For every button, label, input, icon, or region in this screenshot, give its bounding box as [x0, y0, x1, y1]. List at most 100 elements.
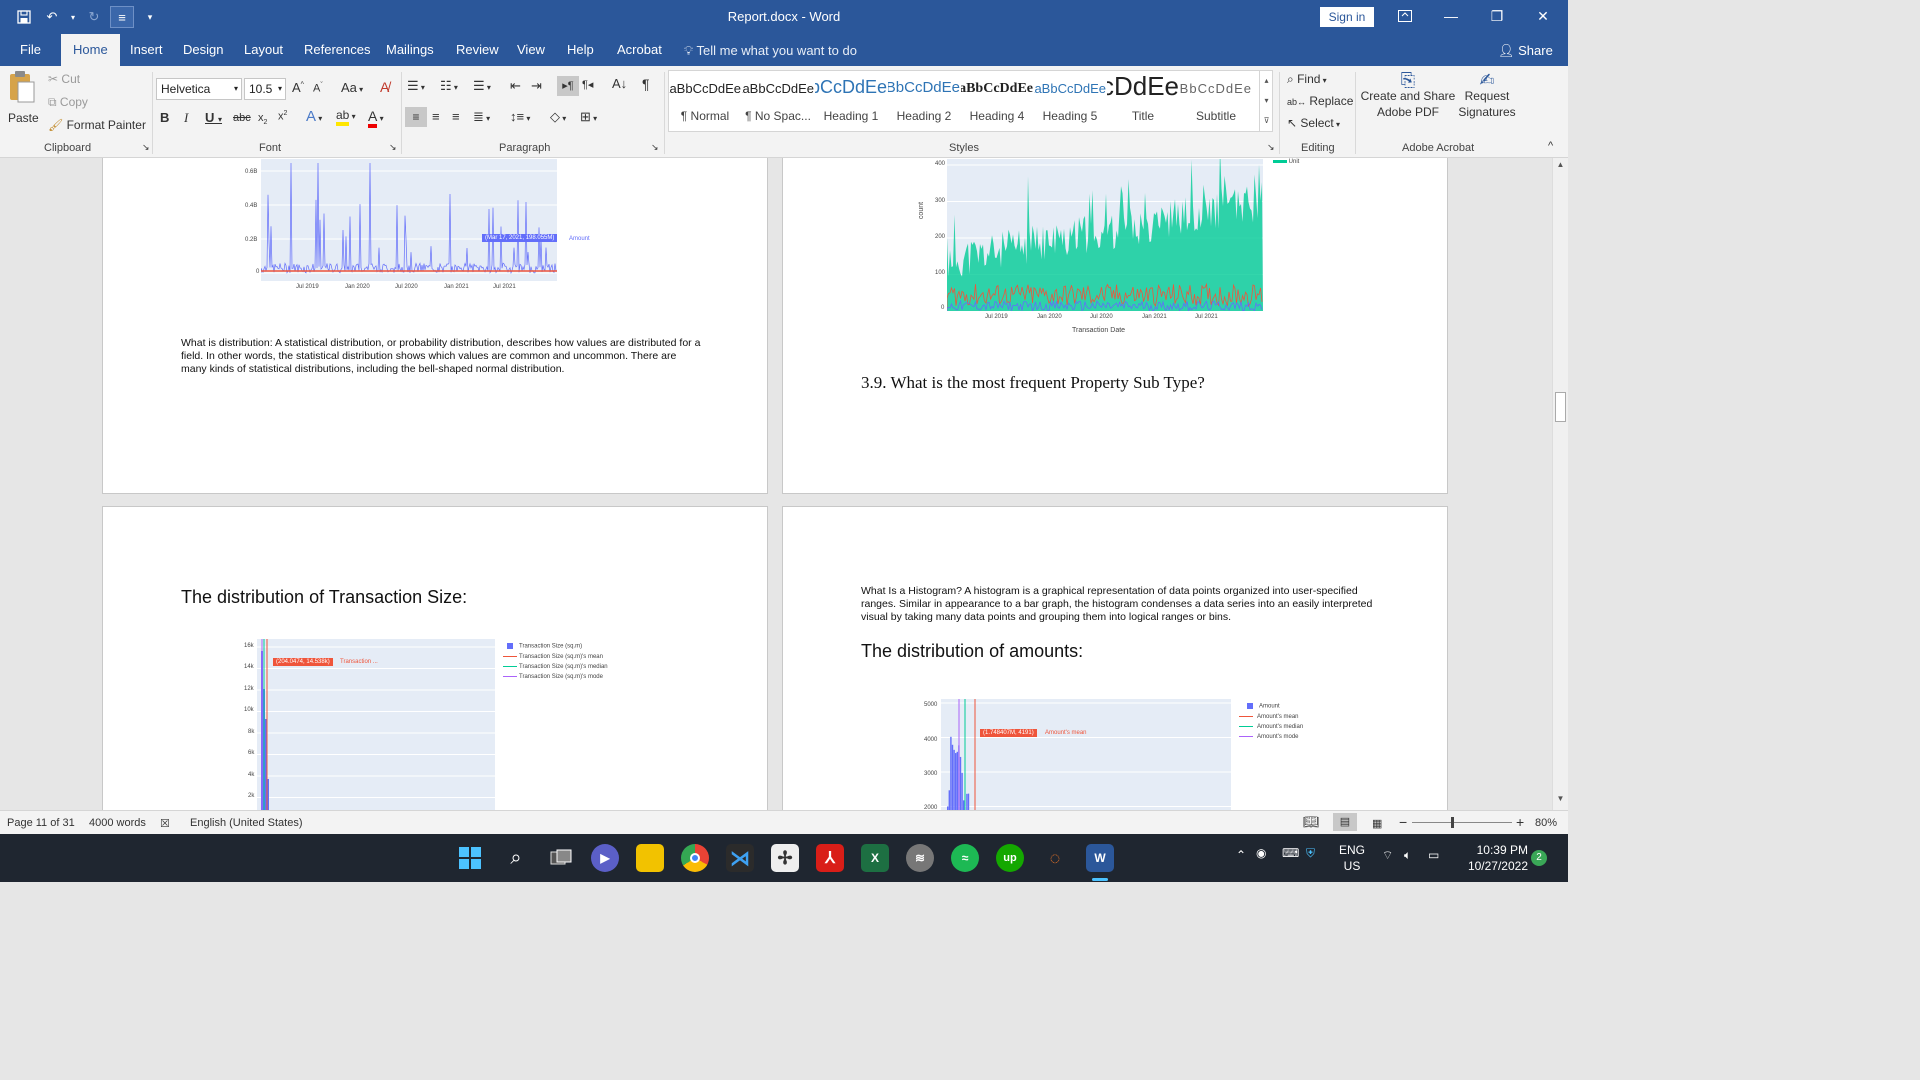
collapse-ribbon-icon[interactable]: ^	[1548, 140, 1553, 152]
database-icon[interactable]: ≋	[906, 844, 934, 872]
tab-insert[interactable]: Insert	[130, 34, 163, 66]
rtl-direction-icon[interactable]: ¶◂	[582, 78, 593, 91]
clipboard-launcher-icon[interactable]: ↘	[142, 142, 150, 153]
tab-design[interactable]: Design	[183, 34, 223, 66]
battery-icon[interactable]: ▭	[1428, 848, 1439, 862]
chrome-icon[interactable]	[681, 844, 709, 872]
zoom-out-icon[interactable]: −	[1399, 814, 1407, 830]
copy-button[interactable]: ⧉ Copy	[48, 95, 88, 110]
teams-chat-icon[interactable]: ▶	[591, 844, 619, 872]
select-button[interactable]: ↖ Select ▾	[1287, 116, 1340, 130]
more-styles-icon[interactable]: ⊽	[1260, 111, 1273, 131]
tab-help[interactable]: Help	[567, 34, 594, 66]
align-left-icon[interactable]: ≡	[405, 107, 427, 127]
clock[interactable]: 10:39 PM 10/27/2022	[1456, 842, 1528, 874]
show-paragraph-marks-icon[interactable]: ¶	[642, 76, 650, 92]
change-case-button[interactable]: Aa ▾	[341, 80, 363, 95]
snipping-tool-icon[interactable]: ✢	[771, 844, 799, 872]
web-layout-icon[interactable]: ▦	[1372, 817, 1382, 830]
tell-me-search[interactable]: 💡︎ Tell me what you want to do	[684, 43, 857, 59]
chevron-up-icon[interactable]: ▴	[1260, 71, 1273, 91]
language-bar-icon[interactable]: ⌨	[1282, 846, 1299, 860]
align-right-icon[interactable]: ≡	[452, 109, 460, 124]
font-size-combo[interactable]: 10.5 ▾	[244, 78, 286, 100]
style-heading-2[interactable]: AaBbCcDdEe Heading 2	[888, 71, 960, 131]
highlight-color-icon[interactable]: ab ▾	[336, 108, 356, 126]
style-heading-5[interactable]: AaBbCcDdEe Heading 5	[1034, 71, 1106, 131]
language-indicator[interactable]: English (United States)	[190, 817, 303, 829]
line-spacing-icon[interactable]: ↕≡ ▾	[510, 109, 530, 124]
sort-icon[interactable]: A↓	[612, 76, 627, 91]
wifi-icon[interactable]: ⌔	[1382, 848, 1393, 863]
zoom-level[interactable]: 80%	[1535, 817, 1557, 829]
replace-button[interactable]: ab↔ Replace	[1287, 94, 1353, 108]
borders-icon[interactable]: ⊞ ▾	[580, 109, 597, 125]
notification-badge[interactable]: 2	[1531, 850, 1547, 866]
sign-in-button[interactable]: Sign in	[1320, 7, 1374, 27]
scroll-thumb[interactable]	[1555, 392, 1566, 422]
tab-acrobat[interactable]: Acrobat	[617, 34, 662, 66]
font-name-combo[interactable]: Helvetica ▾	[156, 78, 242, 100]
align-center-icon[interactable]: ≡	[432, 109, 440, 124]
tab-layout[interactable]: Layout	[244, 34, 283, 66]
share-button[interactable]: 👤︎ Share	[1498, 43, 1553, 59]
italic-icon[interactable]: I	[184, 110, 188, 126]
word-count[interactable]: 4000 words	[89, 817, 146, 829]
multilevel-list-icon[interactable]: ☰ ▾	[473, 78, 491, 94]
chevron-down-icon[interactable]: ▾	[1260, 91, 1273, 111]
justify-icon[interactable]: ≣ ▾	[473, 109, 490, 125]
minimize-icon[interactable]: —	[1428, 0, 1474, 32]
search-icon[interactable]: ⌕	[502, 844, 530, 872]
page-count[interactable]: Page 11 of 31	[7, 817, 75, 829]
file-explorer-icon[interactable]	[636, 844, 664, 872]
ribbon-display-options-icon[interactable]	[1382, 0, 1428, 32]
superscript-icon[interactable]: x2	[278, 110, 287, 123]
increase-indent-icon[interactable]: ⇥	[531, 78, 542, 94]
request-signatures-button[interactable]: ✍︎ Request Signatures	[1456, 71, 1518, 120]
network-status-icon[interactable]: ◉	[1256, 846, 1266, 860]
excel-icon[interactable]: X	[861, 844, 889, 872]
windows-start-icon[interactable]	[456, 844, 484, 872]
proofing-icon[interactable]: ☒	[160, 817, 170, 830]
clear-formatting-icon[interactable]: A̸	[380, 79, 389, 95]
task-view-icon[interactable]	[547, 844, 575, 872]
bold-icon[interactable]: B	[160, 110, 169, 125]
find-button[interactable]: ⌕ Find ▾	[1287, 72, 1327, 87]
tab-mailings[interactable]: Mailings	[386, 34, 434, 66]
cut-button[interactable]: ✂ Cut	[48, 72, 80, 86]
tab-references[interactable]: References	[304, 34, 370, 66]
scroll-down-icon[interactable]: ▼	[1554, 794, 1567, 808]
strikethrough-icon[interactable]: abc	[233, 112, 251, 124]
tab-view[interactable]: View	[517, 34, 545, 66]
decrease-indent-icon[interactable]: ⇤	[510, 78, 521, 94]
zoom-in-icon[interactable]: +	[1516, 814, 1524, 830]
subscript-icon[interactable]: x2	[258, 112, 267, 126]
volume-icon[interactable]: 🔈︎	[1404, 848, 1411, 863]
tab-home[interactable]: Home	[61, 34, 120, 66]
format-painter-button[interactable]: 🖌︎ Format Painter	[48, 118, 146, 132]
style-subtitle[interactable]: AaBbCcDdEe Subtitle	[1180, 71, 1252, 131]
numbering-icon[interactable]: ☷ ▾	[440, 78, 458, 94]
style-title[interactable]: AaBbCcDdEe Title	[1107, 71, 1179, 131]
zoom-slider[interactable]	[1412, 817, 1512, 828]
font-launcher-icon[interactable]: ↘	[389, 142, 397, 153]
ltr-direction-icon[interactable]: ▸¶	[557, 76, 579, 96]
shrink-font-icon[interactable]: Aˇ	[313, 82, 323, 95]
styles-scroll[interactable]: ▴ ▾ ⊽	[1259, 71, 1273, 131]
spotify-icon[interactable]: ≈	[951, 844, 979, 872]
styles-launcher-icon[interactable]: ↘	[1267, 142, 1275, 153]
close-icon[interactable]: ✕	[1520, 0, 1566, 32]
create-share-pdf-button[interactable]: ⎘ Create and Share Adobe PDF	[1360, 71, 1456, 120]
zoom-slider-thumb[interactable]	[1450, 817, 1454, 828]
underline-icon[interactable]: U ▾	[205, 110, 222, 125]
word-icon[interactable]: W	[1086, 844, 1114, 872]
tab-review[interactable]: Review	[456, 34, 499, 66]
style-no-spacing[interactable]: AaBbCcDdEe ¶ No Spac...	[742, 71, 814, 131]
font-color-icon[interactable]: A ▾	[368, 108, 384, 128]
paragraph-launcher-icon[interactable]: ↘	[651, 142, 659, 153]
bullets-icon[interactable]: ☰ ▾	[407, 78, 425, 94]
tab-file[interactable]: File	[20, 34, 41, 66]
style-heading-1[interactable]: AaBbCcDdEe Heading 1	[815, 71, 887, 131]
scroll-up-icon[interactable]: ▲	[1554, 160, 1567, 174]
paste-button[interactable]: Paste	[8, 70, 40, 132]
